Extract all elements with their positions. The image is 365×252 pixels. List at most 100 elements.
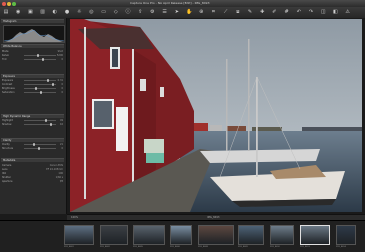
tool-row-label: Tint	[2, 58, 7, 61]
filmstrip-thumbnail[interactable]	[336, 225, 356, 245]
adjust-icon[interactable]: ◐	[52, 9, 58, 15]
filmstrip-thumbnail[interactable]	[238, 225, 264, 245]
slider-knob[interactable]	[50, 123, 52, 126]
tool-row-value[interactable]: 0	[61, 147, 63, 150]
filmstrip-thumbnail[interactable]	[64, 225, 94, 245]
proof-icon[interactable]: ◫	[320, 9, 326, 15]
tool-row-value[interactable]: f/8	[60, 180, 63, 183]
slider-knob[interactable]	[40, 91, 42, 94]
tool-row-value[interactable]: 0	[61, 91, 63, 94]
tool-row-value[interactable]: 49	[60, 119, 63, 122]
tool-row-value[interactable]: Shot	[58, 50, 63, 53]
tool-row-value[interactable]: 16	[60, 123, 63, 126]
keystone-icon[interactable]: ⧈	[235, 9, 241, 15]
tool-row-value[interactable]: EF 24-105mm	[46, 168, 63, 171]
adjustment-slider[interactable]	[24, 58, 56, 61]
tool-row-label: Shutter	[2, 176, 11, 179]
annotate-icon[interactable]: ✐	[271, 9, 277, 15]
tool-row-label: Mode	[2, 50, 9, 53]
filmstrip-thumbnail[interactable]	[300, 225, 330, 245]
thumbnail-label: IMG_8488	[198, 246, 208, 248]
tool-row-label: Brightness	[2, 87, 15, 90]
image-viewer[interactable]	[67, 18, 365, 214]
capture-icon[interactable]: ◉	[15, 9, 21, 15]
tool-panel: Histogram White Balance Exposure High Dyna…	[0, 18, 67, 214]
color-icon[interactable]: ●	[64, 9, 70, 15]
zoom-icon[interactable]: ⊕	[198, 9, 204, 15]
tool-row-value[interactable]: 5200	[57, 54, 63, 57]
batch-icon[interactable]: ⚙	[149, 9, 155, 15]
histogram-header[interactable]: Histogram	[1, 19, 64, 23]
section-header[interactable]: High Dynamic Range	[1, 114, 64, 118]
tool-row-label: Exposure	[2, 79, 14, 82]
tool-row-value[interactable]: 100	[58, 172, 63, 175]
close-window-button[interactable]	[2, 1, 6, 6]
straighten-icon[interactable]: ⟋	[223, 9, 229, 15]
compare-icon[interactable]: ◧	[332, 9, 338, 15]
section-header[interactable]: Clarity	[1, 138, 64, 142]
slider-knob[interactable]	[35, 87, 37, 90]
adjustment-slider[interactable]	[24, 79, 56, 82]
library-icon[interactable]: ▥	[40, 9, 46, 15]
tool-row-label: Aperture	[2, 180, 13, 183]
tool-row-label: Contrast	[2, 83, 13, 86]
redo-icon[interactable]: ↷	[308, 9, 314, 15]
tool-row-value[interactable]: Canon EOS	[50, 164, 63, 167]
exposure-warning-icon[interactable]: ⚠	[345, 9, 351, 15]
thumbnail-label: IMG_8490	[270, 246, 280, 248]
slider-knob[interactable]	[52, 83, 54, 86]
adjustment-slider[interactable]	[24, 91, 56, 94]
crop-icon[interactable]: ⌗	[210, 9, 216, 15]
filmstrip-thumbnail[interactable]	[170, 225, 192, 245]
spot-icon[interactable]: ✎	[247, 9, 253, 15]
slider-knob[interactable]	[38, 147, 40, 150]
pan-icon[interactable]: ✋	[186, 9, 192, 15]
tool-row-value[interactable]: 0	[61, 58, 63, 61]
exposure-icon[interactable]: ☼	[76, 9, 82, 15]
thumbnail-label: IMG_8486	[170, 246, 180, 248]
adjustment-slider[interactable]	[24, 54, 56, 57]
zoom-window-button[interactable]	[12, 1, 16, 6]
tool-row-value[interactable]: 1/60 s	[56, 176, 63, 179]
tool-row-value[interactable]: 0	[61, 83, 63, 86]
undo-icon[interactable]: ↶	[296, 9, 302, 15]
tool-row-label: Lens	[2, 168, 8, 171]
adjustment-slider[interactable]	[24, 87, 56, 90]
composition-icon[interactable]: ▭	[101, 9, 107, 15]
adjustment-slider[interactable]	[24, 123, 56, 126]
filmstrip-thumbnail[interactable]	[133, 225, 165, 245]
filmstrip-thumbnail[interactable]	[270, 225, 294, 245]
lens-icon[interactable]: ◎	[88, 9, 94, 15]
adjustment-slider[interactable]	[24, 147, 56, 150]
folder-icon[interactable]: ▣	[27, 9, 33, 15]
slider-knob[interactable]	[37, 54, 39, 57]
slider-knob[interactable]	[47, 79, 49, 82]
tool-row: Aperture f/8	[2, 180, 64, 183]
adjustment-slider[interactable]	[24, 143, 56, 146]
minimize-window-button[interactable]	[7, 1, 11, 6]
tool-row-label: Camera	[2, 164, 12, 167]
slider-knob[interactable]	[42, 58, 44, 61]
tool-row-label: Highlight	[2, 119, 13, 122]
grid-icon[interactable]: #	[284, 9, 290, 15]
filmstrip-thumbnail[interactable]	[100, 225, 128, 245]
filmstrip: IMG_8481 IMG_8482 IMG_8485 IMG_8486 IMG_8488…	[0, 220, 365, 252]
section-header[interactable]: White Balance	[1, 44, 64, 48]
slider-knob[interactable]	[33, 143, 35, 146]
settings-icon[interactable]: ☰	[162, 9, 168, 15]
picker-icon[interactable]: ✚	[259, 9, 265, 15]
section-header[interactable]: Exposure	[1, 74, 64, 78]
tool-row-value[interactable]: 0	[61, 87, 63, 90]
cursor-icon[interactable]: ➤	[174, 9, 180, 15]
details-icon[interactable]: ◇	[113, 9, 119, 15]
tool-row-value[interactable]: 0.31	[58, 79, 63, 82]
filmstrip-thumbnail[interactable]	[198, 225, 234, 245]
adjustment-slider[interactable]	[24, 119, 56, 122]
tool-row-value[interactable]: 21	[60, 143, 63, 146]
slider-knob[interactable]	[45, 119, 47, 122]
adjustment-slider[interactable]	[24, 83, 56, 86]
metadata-icon[interactable]: ⓘ	[125, 9, 131, 15]
import-icon[interactable]: ▤	[3, 9, 9, 15]
output-icon[interactable]: ⇪	[137, 9, 143, 15]
section-header[interactable]: Metadata	[1, 158, 64, 162]
